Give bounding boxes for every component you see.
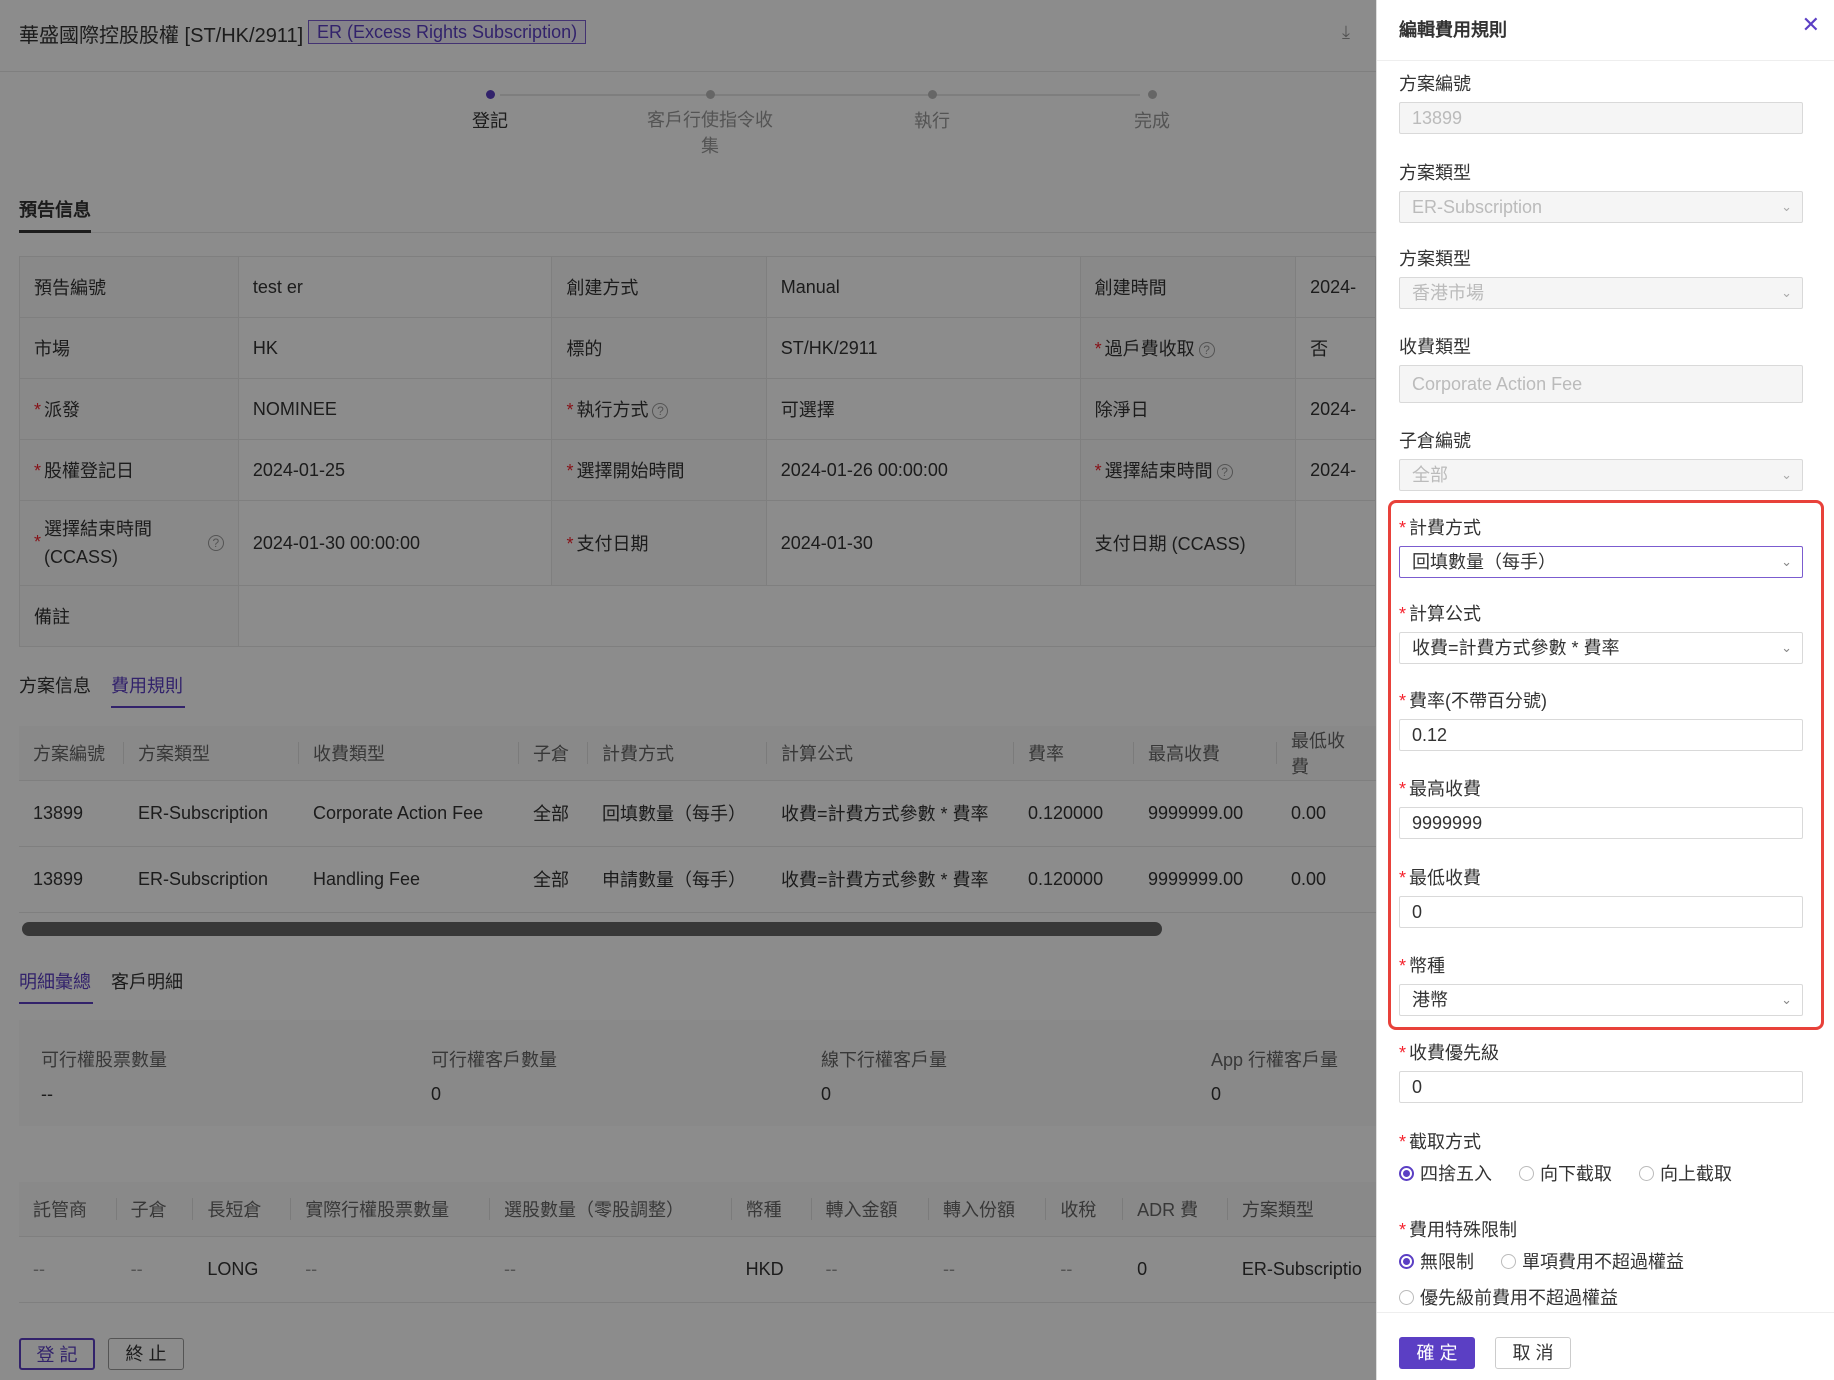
rounding-radio-group: 四捨五入 向下截取 向上截取 — [1399, 1160, 1803, 1186]
radio-priority-limit[interactable]: 優先級前費用不超過權益 — [1399, 1284, 1618, 1310]
radio-no-limit[interactable]: 無限制 — [1399, 1248, 1474, 1274]
field-label: 方案類型 — [1399, 249, 1471, 269]
sub-account-select: 全部 ⌄ — [1399, 459, 1803, 491]
field-label: 方案類型 — [1399, 163, 1471, 183]
plan-type-select: ER-Subscription ⌄ — [1399, 191, 1803, 223]
fee-type-input: Corporate Action Fee — [1399, 365, 1803, 403]
field-rounding: * 截取方式 四捨五入 向下截取 向上截取 — [1399, 1128, 1803, 1186]
chevron-down-icon: ⌄ — [1781, 640, 1792, 655]
field-currency: * 幣種 港幣 ⌄ — [1399, 952, 1803, 1016]
chevron-down-icon: ⌄ — [1781, 467, 1792, 482]
close-icon[interactable]: ✕ — [1802, 12, 1820, 38]
max-fee-input[interactable]: 9999999 — [1399, 807, 1803, 839]
field-market: 方案類型 香港市場 ⌄ — [1399, 245, 1803, 309]
field-fee-type: 收費類型 Corporate Action Fee — [1399, 333, 1803, 403]
modal-mask[interactable] — [0, 0, 1376, 1380]
field-label: * 計算公式 — [1399, 604, 1482, 624]
chevron-down-icon: ⌄ — [1781, 199, 1792, 214]
field-label: * 最低收費 — [1399, 868, 1482, 888]
field-label: 收費類型 — [1399, 337, 1471, 357]
limit-radio-group-2: 優先級前費用不超過權益 — [1399, 1284, 1803, 1310]
field-formula: * 計算公式 收費=計費方式參數 * 費率 ⌄ — [1399, 600, 1803, 664]
rate-input[interactable]: 0.12 — [1399, 719, 1803, 751]
billing-method-select[interactable]: 回填數量（每手） ⌄ — [1399, 546, 1803, 578]
field-label: * 費用特殊限制 — [1399, 1220, 1518, 1240]
edit-fee-rule-drawer: 編輯費用規則 ✕ 方案編號 13899 方案類型 ER-Subscription… — [1376, 0, 1834, 1380]
radio-round-down[interactable]: 向下截取 — [1519, 1160, 1612, 1186]
field-label: * 計費方式 — [1399, 518, 1482, 538]
cancel-button[interactable]: 取 消 — [1495, 1337, 1571, 1369]
field-label: * 收費優先級 — [1399, 1043, 1500, 1063]
formula-select[interactable]: 收費=計費方式參數 * 費率 ⌄ — [1399, 632, 1803, 664]
radio-item-limit[interactable]: 單項費用不超過權益 — [1501, 1248, 1684, 1274]
field-max-fee: * 最高收費 9999999 — [1399, 775, 1803, 839]
field-label: * 幣種 — [1399, 956, 1446, 976]
market-select: 香港市場 ⌄ — [1399, 277, 1803, 309]
radio-round-half[interactable]: 四捨五入 — [1399, 1160, 1492, 1186]
field-label: 子倉編號 — [1399, 431, 1471, 451]
drawer-header-divider — [1377, 60, 1834, 61]
priority-input[interactable]: 0 — [1399, 1071, 1803, 1103]
plan-no-input: 13899 — [1399, 102, 1803, 134]
field-priority: * 收費優先級 0 — [1399, 1039, 1803, 1103]
chevron-down-icon: ⌄ — [1781, 992, 1792, 1007]
field-min-fee: * 最低收費 0 — [1399, 864, 1803, 928]
currency-select[interactable]: 港幣 ⌄ — [1399, 984, 1803, 1016]
limit-radio-group: 無限制 單項費用不超過權益 — [1399, 1248, 1803, 1274]
drawer-footer: 確 定 取 消 — [1377, 1312, 1834, 1380]
field-label: * 截取方式 — [1399, 1132, 1482, 1152]
field-billing-method: * 計費方式 回填數量（每手） ⌄ — [1399, 514, 1803, 578]
chevron-down-icon: ⌄ — [1781, 554, 1792, 569]
field-special-limit: * 費用特殊限制 無限制 單項費用不超過權益 優先級前費用不超過權益 — [1399, 1216, 1803, 1310]
radio-round-up[interactable]: 向上截取 — [1639, 1160, 1732, 1186]
field-label: * 費率(不帶百分號) — [1399, 691, 1548, 711]
chevron-down-icon: ⌄ — [1781, 285, 1792, 300]
field-plan-type: 方案類型 ER-Subscription ⌄ — [1399, 159, 1803, 223]
field-rate: * 費率(不帶百分號) 0.12 — [1399, 687, 1803, 751]
min-fee-input[interactable]: 0 — [1399, 896, 1803, 928]
drawer-title: 編輯費用規則 — [1399, 20, 1507, 40]
field-label: * 最高收費 — [1399, 779, 1482, 799]
field-label: 方案編號 — [1399, 74, 1471, 94]
field-sub-account: 子倉編號 全部 ⌄ — [1399, 427, 1803, 491]
confirm-button[interactable]: 確 定 — [1399, 1337, 1475, 1369]
field-plan-no: 方案編號 13899 — [1399, 70, 1803, 134]
